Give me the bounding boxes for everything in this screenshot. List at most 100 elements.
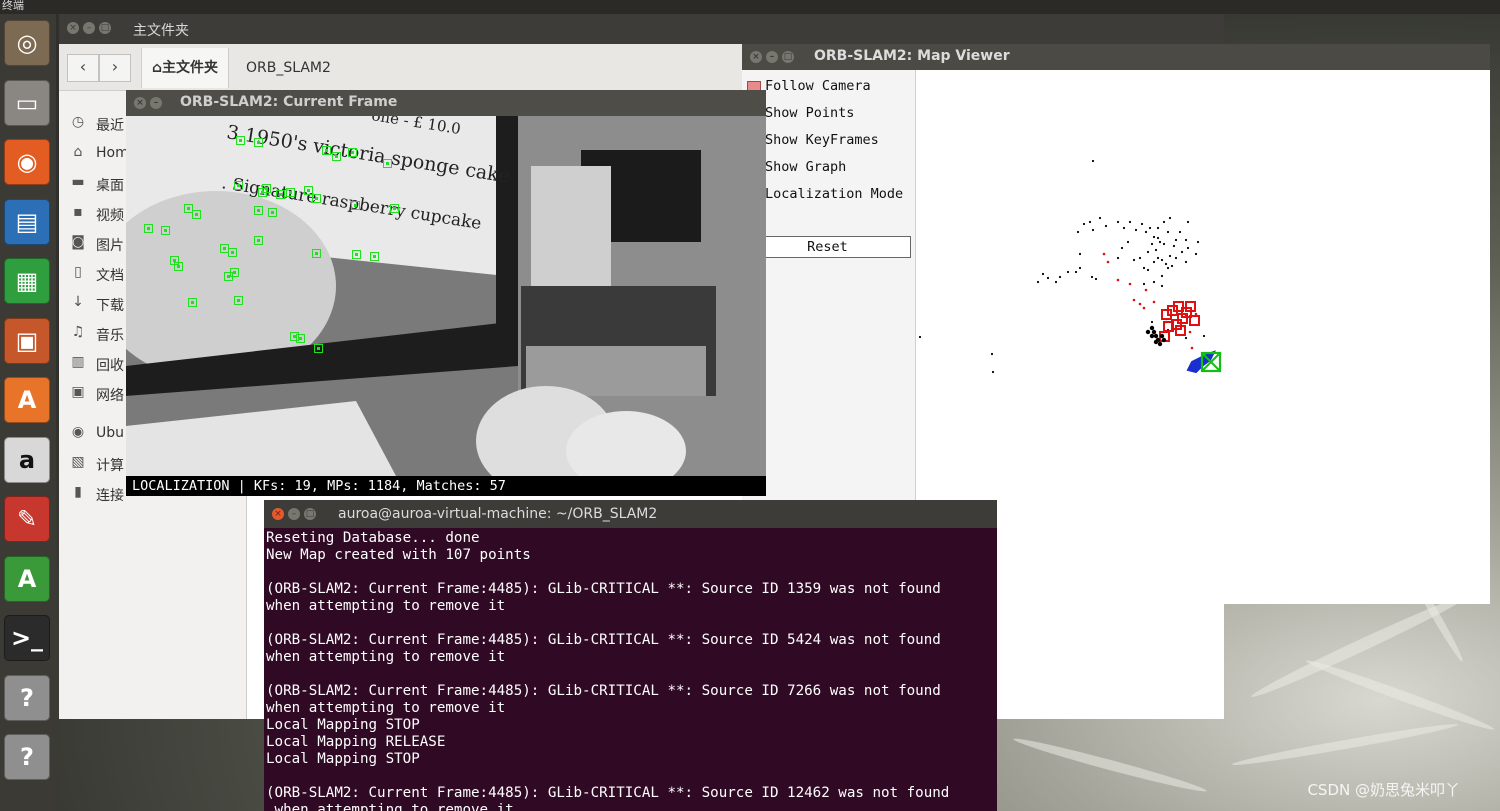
option-checkbox[interactable]: Show KeyFrames bbox=[744, 127, 914, 153]
launcher-unknown-app-1[interactable]: ? bbox=[4, 674, 50, 721]
launcher-software-center[interactable]: A bbox=[4, 377, 50, 423]
map-point-local bbox=[1188, 330, 1192, 334]
map-point bbox=[1162, 220, 1166, 224]
map-point bbox=[1186, 220, 1190, 224]
launcher-calc[interactable]: ▦ bbox=[4, 258, 50, 304]
terminal-line: Local Mapping STOP bbox=[266, 717, 420, 733]
sidebar-item-label: 图片 bbox=[96, 238, 124, 254]
launcher-ubuntu-dash[interactable]: ◎ bbox=[4, 20, 50, 66]
map-point bbox=[1098, 216, 1102, 220]
option-checkbox[interactable]: Follow Camera bbox=[744, 73, 914, 99]
reset-button[interactable]: Reset bbox=[744, 236, 911, 258]
launcher-writer[interactable]: ▤ bbox=[4, 198, 50, 245]
terminal-line: Reseting Database... done bbox=[266, 530, 480, 546]
map-point-dense bbox=[1149, 325, 1155, 331]
map-point bbox=[1078, 252, 1082, 256]
map-point bbox=[1168, 254, 1172, 258]
file-manager-titlebar[interactable]: × – □ 主文件夹 bbox=[59, 14, 1224, 44]
back-button[interactable]: ‹ bbox=[67, 54, 99, 82]
chevron-right-icon: › bbox=[111, 57, 119, 76]
minimize-button[interactable]: – bbox=[288, 508, 300, 520]
sidebar-item-label: Hom bbox=[96, 145, 129, 161]
sidebar-item-label: 下载 bbox=[96, 298, 124, 314]
breadcrumb-home[interactable]: ⌂主文件夹 bbox=[141, 48, 230, 88]
maximize-button[interactable]: □ bbox=[304, 508, 316, 520]
option-checkbox[interactable]: Show Points bbox=[744, 100, 914, 126]
download-icon: ↓ bbox=[72, 294, 84, 310]
map-point bbox=[1172, 244, 1176, 248]
close-button[interactable]: × bbox=[750, 51, 762, 63]
launcher-terminal[interactable]: >_ bbox=[4, 615, 50, 661]
terminal-output[interactable]: Reseting Database... done New Map created… bbox=[266, 530, 994, 811]
feature-marker bbox=[228, 248, 237, 257]
launcher-software-updater[interactable]: A bbox=[4, 555, 50, 602]
music-icon: ♫ bbox=[71, 324, 85, 340]
map-viewer-titlebar[interactable]: × – □ ORB-SLAM2: Map Viewer bbox=[742, 44, 1490, 70]
launcher-firefox[interactable]: ◉ bbox=[4, 139, 50, 185]
map-point bbox=[1164, 262, 1168, 266]
launcher-files[interactable]: ▭ bbox=[4, 79, 50, 126]
map-point bbox=[1116, 220, 1120, 224]
sidebar-item-label: 连接 bbox=[96, 488, 124, 504]
clock-icon: ◷ bbox=[71, 114, 85, 130]
minimize-button[interactable]: – bbox=[83, 22, 95, 34]
terminal-titlebar[interactable]: × – □ auroa@auroa-virtual-machine: ~/ORB_S… bbox=[264, 500, 997, 528]
terminal-line: when attempting to remove it bbox=[266, 598, 506, 614]
map-point bbox=[1158, 240, 1162, 244]
launcher-amazon[interactable]: a bbox=[4, 436, 50, 483]
map-point bbox=[1162, 242, 1166, 246]
feature-marker bbox=[276, 190, 285, 199]
map-3d-view[interactable] bbox=[916, 70, 1490, 604]
terminal-line: when attempting to remove it bbox=[266, 802, 514, 811]
video-icon: ▪ bbox=[73, 204, 83, 220]
map-point-dense bbox=[1153, 333, 1159, 339]
sidebar-item-label: 桌面 bbox=[96, 178, 124, 194]
map-point bbox=[1140, 222, 1144, 226]
launcher-system-settings[interactable]: ✎ bbox=[4, 496, 50, 542]
feature-marker bbox=[352, 250, 361, 259]
camera-scene: 3 1950's victoria sponge cake . Signatur… bbox=[126, 116, 766, 476]
file-cabinet-icon: ▭ bbox=[15, 88, 39, 117]
feature-marker bbox=[348, 148, 357, 157]
minimize-button[interactable]: – bbox=[150, 97, 162, 109]
sidebar-item-label: 网络 bbox=[96, 388, 124, 404]
map-point bbox=[1074, 270, 1078, 274]
feature-marker bbox=[312, 249, 321, 258]
question-icon: ? bbox=[20, 683, 34, 712]
map-point bbox=[1186, 246, 1190, 250]
sidebar-item-label: Ubu bbox=[96, 425, 125, 441]
map-point-dense bbox=[1151, 329, 1157, 335]
breadcrumb-orb-slam2[interactable]: ORB_SLAM2 bbox=[236, 48, 341, 88]
map-point bbox=[1142, 266, 1146, 270]
minimize-button[interactable]: – bbox=[766, 51, 778, 63]
close-button[interactable]: × bbox=[67, 22, 79, 34]
window-title: ORB-SLAM2: Map Viewer bbox=[814, 48, 1010, 64]
maximize-button[interactable]: □ bbox=[782, 51, 794, 63]
feature-marker bbox=[254, 138, 263, 147]
launcher-unknown-app-2[interactable]: ? bbox=[4, 734, 50, 780]
map-point bbox=[1194, 252, 1198, 256]
map-point bbox=[1156, 236, 1160, 240]
launcher-impress[interactable]: ▣ bbox=[4, 317, 50, 364]
terminal-icon: >_ bbox=[10, 624, 44, 652]
map-point bbox=[1144, 230, 1148, 234]
maximize-button[interactable]: □ bbox=[99, 22, 111, 34]
map-point bbox=[1156, 226, 1160, 230]
map-point bbox=[1160, 284, 1164, 288]
terminal-line: Local Mapping STOP bbox=[266, 751, 420, 767]
map-point bbox=[1166, 230, 1170, 234]
sidebar-item-label: 计算 bbox=[96, 458, 124, 474]
option-checkbox[interactable]: Show Graph bbox=[744, 154, 914, 180]
close-button[interactable]: × bbox=[272, 508, 284, 520]
amazon-icon: a bbox=[18, 445, 36, 474]
option-checkbox[interactable]: Localization Mode bbox=[744, 181, 914, 207]
current-frame-window: × – ORB-SLAM2: Current Frame 3 1950's vic… bbox=[126, 90, 766, 496]
map-point bbox=[1132, 258, 1136, 262]
forward-button[interactable]: › bbox=[99, 54, 131, 82]
close-button[interactable]: × bbox=[134, 97, 146, 109]
current-frame-titlebar[interactable]: × – ORB-SLAM2: Current Frame bbox=[126, 90, 766, 116]
map-point-dense bbox=[1161, 337, 1167, 343]
